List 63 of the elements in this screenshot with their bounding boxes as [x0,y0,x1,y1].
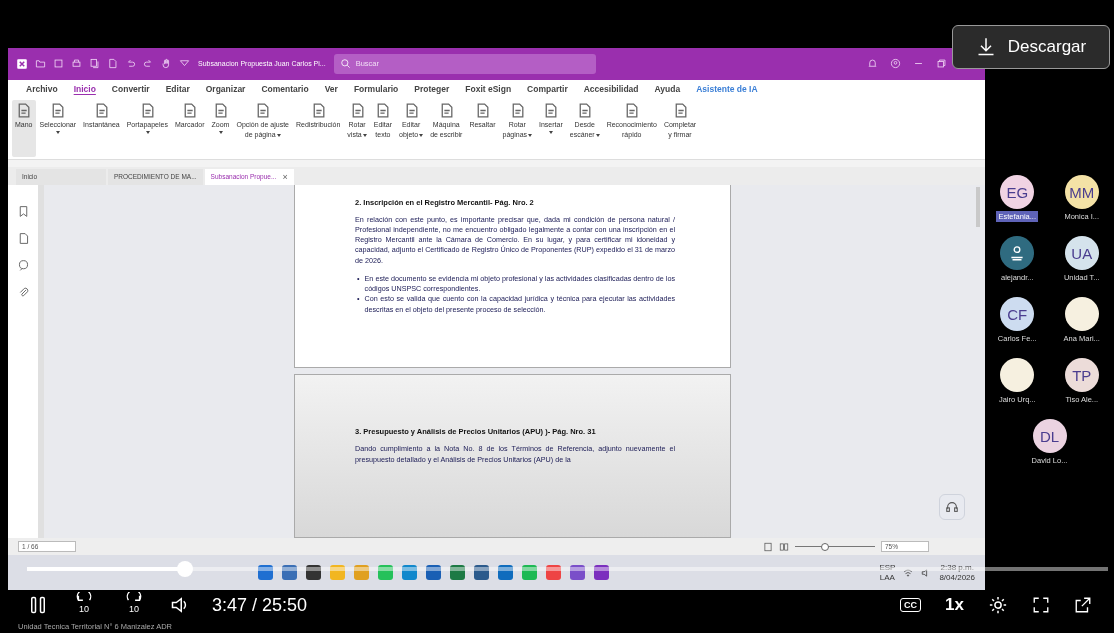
taskbar-app-icon[interactable] [570,565,585,581]
scrollbar[interactable] [975,186,981,227]
captions-button[interactable]: CC [900,598,922,612]
taskbar-app-icon[interactable] [426,565,441,581]
headset-icon [945,500,959,515]
menu-tab[interactable]: Convertir [103,81,158,96]
menu-tab[interactable]: Asistente de IA [688,81,766,96]
avatar-initials: CF [1007,305,1028,323]
menu-tab[interactable]: Accesibilidad [575,81,647,96]
taskbar-app-icon[interactable] [474,565,489,581]
clock[interactable]: 2:38 p.m. 8/04/2026 [939,563,975,583]
close-icon[interactable]: × [282,171,288,182]
settings-icon [988,595,1008,615]
menu-tab[interactable]: Compartir [519,81,576,96]
open-external-button[interactable] [1074,596,1092,614]
avatar-initials: MM [1069,183,1095,201]
copy-icon [89,58,100,70]
page-view-icon [763,541,773,552]
progress-bar[interactable] [27,567,1108,571]
redo-icon [143,58,154,70]
menu-tab[interactable]: Comentario [253,81,317,96]
taskbar-app-icon[interactable] [450,565,465,581]
menu-tab[interactable]: Archivo [18,81,66,96]
external-link-icon [1074,596,1092,614]
fullscreen-button[interactable] [1032,596,1050,614]
restore-icon [936,58,947,70]
document-icon [107,58,118,70]
menu-tab[interactable]: Organizar [197,81,254,96]
settings-button[interactable] [988,595,1008,615]
menu-tab[interactable]: Ayuda [646,81,689,96]
input-language[interactable]: ESP LAA [879,563,896,583]
app-logo-icon [16,57,28,70]
forward-button[interactable]: 10 [120,592,148,618]
playback-time: 3:47 / 25:50 [212,594,308,616]
fullscreen-icon [1032,596,1050,614]
folder-icon [35,58,46,70]
avatar-initials: EG [1006,183,1029,201]
two-page-icon [779,541,789,552]
menu-tab[interactable]: Formulario [345,81,407,96]
taskbar-app-icon[interactable] [594,565,609,581]
undo-icon [125,58,136,70]
speed-button[interactable]: 1x [945,595,964,615]
pause-icon [28,594,48,616]
download-button[interactable]: Descargar [952,25,1110,69]
menu-tab[interactable]: Editar [157,81,198,96]
taskbar-app-icon[interactable] [498,565,513,581]
taskbar-app-icon[interactable] [306,565,321,581]
wifi-icon [903,567,914,578]
rewind-button[interactable]: 10 [70,592,98,618]
print-icon [71,58,82,70]
help-button[interactable] [939,494,965,521]
user-icon [890,58,901,70]
pause-button[interactable] [28,594,48,616]
avatar-initials: TP [1072,366,1092,384]
menu-tab[interactable]: Ver [316,81,346,96]
comment-icon [16,258,30,272]
bell-icon [867,58,878,70]
menu-tab[interactable]: Proteger [406,81,458,96]
avatar-initials: DL [1039,427,1060,445]
hand-icon [161,58,172,70]
menu-tab[interactable]: Inicio [65,81,104,96]
avatar-initials: UA [1071,244,1093,262]
menu-tab[interactable]: Foxit eSign [457,81,520,96]
